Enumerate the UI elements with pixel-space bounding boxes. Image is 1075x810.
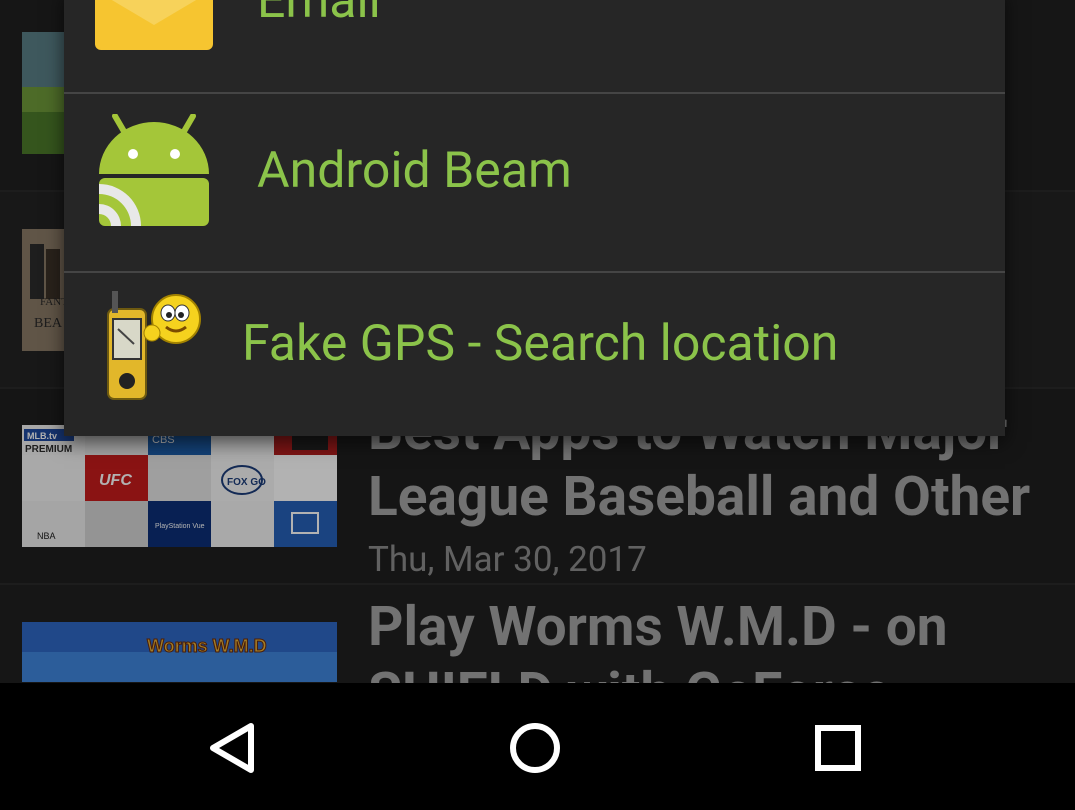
home-icon — [510, 723, 560, 773]
share-option-label: Android Beam — [257, 142, 572, 200]
email-icon — [95, 0, 213, 56]
back-button[interactable] — [192, 708, 272, 788]
recents-button[interactable] — [798, 708, 878, 788]
home-button[interactable] — [495, 708, 575, 788]
share-option-label: Fake GPS - Search location — [242, 315, 839, 373]
share-option-android-beam[interactable]: Android Beam — [64, 94, 1005, 271]
recents-icon — [815, 725, 861, 771]
share-option-fake-gps[interactable]: Fake GPS - Search location — [64, 273, 1005, 436]
share-dialog: Email Android Beam Fake GPS - Search loc… — [64, 0, 1005, 436]
android-beam-icon — [97, 113, 211, 233]
share-option-email[interactable]: Email — [64, 0, 1005, 92]
back-icon — [210, 723, 254, 773]
fake-gps-icon — [104, 289, 204, 408]
share-option-label: Email — [257, 0, 381, 30]
navigation-bar — [0, 683, 1075, 810]
